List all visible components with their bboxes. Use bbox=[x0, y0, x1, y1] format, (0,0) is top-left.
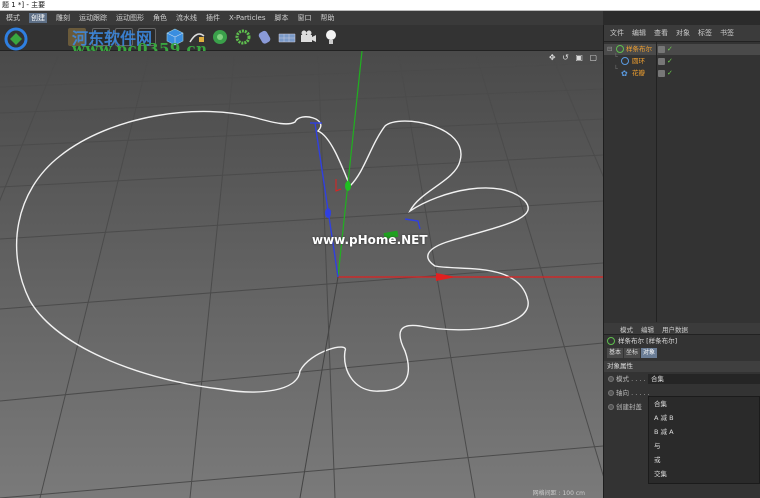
attribute-title: 样条布尔 [样条布尔] bbox=[604, 335, 760, 348]
attr-menu-userdata[interactable]: 用户数据 bbox=[662, 324, 688, 334]
dropdown-option[interactable]: 交集 bbox=[649, 467, 759, 481]
enabled-check-icon[interactable]: ✓ bbox=[667, 56, 673, 67]
dropdown-option[interactable]: 与 bbox=[649, 439, 759, 453]
dropdown-option[interactable]: 或 bbox=[649, 453, 759, 467]
viewport-watermark-text: www.pHome.NET bbox=[312, 233, 428, 247]
object-row-circle[interactable]: └ 圆环 ✓ bbox=[604, 53, 760, 67]
menu-item-plugins[interactable]: 插件 bbox=[206, 13, 220, 23]
animate-radio-icon[interactable] bbox=[608, 376, 614, 382]
attr-menu-mode[interactable]: 模式 bbox=[620, 324, 633, 334]
object-manager-menu: 文件 编辑 查看 对象 标签 书签 bbox=[604, 25, 760, 42]
om-menu-objects[interactable]: 对象 bbox=[676, 28, 690, 38]
object-name: 圆环 bbox=[632, 57, 645, 65]
expand-icon[interactable]: ⊟ bbox=[607, 44, 612, 55]
tab-coord[interactable]: 坐标 bbox=[624, 348, 641, 358]
menu-item-create[interactable]: 创建 bbox=[29, 13, 47, 23]
attribute-title-text: 样条布尔 [样条布尔] bbox=[618, 337, 678, 345]
attribute-manager: 模式 编辑 用户数据 样条布尔 [样条布尔] 基本 坐标 对象 对象属性 模式 … bbox=[604, 323, 760, 498]
perspective-viewport[interactable]: ✥ ↺ ▣ ▢ www.pHome.NET 网格间距 : 100 cm bbox=[0, 51, 603, 498]
enabled-check-icon[interactable]: ✓ bbox=[667, 68, 673, 79]
tree-line-icon: └ bbox=[614, 65, 618, 73]
spline-boolean-icon bbox=[607, 337, 615, 345]
visibility-icon[interactable] bbox=[658, 70, 665, 77]
grid-spacing-status: 网格间距 : 100 cm bbox=[532, 490, 585, 497]
animate-radio-icon[interactable] bbox=[608, 390, 614, 396]
om-menu-bookmarks[interactable]: 书签 bbox=[720, 28, 734, 38]
object-name: 花瓣 bbox=[632, 69, 645, 77]
floor-icon[interactable] bbox=[278, 28, 296, 46]
circle-spline-icon bbox=[621, 57, 629, 65]
attribute-menu: 模式 编辑 用户数据 bbox=[604, 323, 760, 335]
mode-dropdown-list: 合集 A 减 B B 减 A 与 或 交集 bbox=[648, 396, 760, 484]
menu-item-pipeline[interactable]: 流水线 bbox=[176, 13, 197, 23]
menu-item-xparticles[interactable]: X-Particles bbox=[229, 14, 265, 22]
om-menu-view[interactable]: 查看 bbox=[654, 28, 668, 38]
object-row-flower[interactable]: └ ✿ 花瓣 ✓ bbox=[604, 65, 760, 79]
visibility-icon[interactable] bbox=[658, 46, 665, 53]
flower-spline-icon: ✿ bbox=[621, 69, 628, 78]
floor-grid bbox=[0, 51, 603, 498]
nurbs-icon[interactable] bbox=[211, 28, 229, 46]
column-divider[interactable] bbox=[656, 42, 657, 322]
menu-item-mode[interactable]: 模式 bbox=[6, 13, 20, 23]
menu-item-help[interactable]: 帮助 bbox=[320, 13, 334, 23]
deformer-icon[interactable] bbox=[256, 28, 274, 46]
viewport-nav-icons[interactable]: ✥ ↺ ▣ ▢ bbox=[549, 53, 599, 62]
object-name: 样条布尔 bbox=[626, 45, 652, 53]
enabled-check-icon[interactable]: ✓ bbox=[667, 44, 673, 55]
menu-item-sculpt[interactable]: 雕刻 bbox=[56, 13, 70, 23]
param-label: 创建封盖 bbox=[616, 403, 642, 411]
viewport-canvas[interactable] bbox=[0, 51, 603, 498]
menu-item-mograph[interactable]: 运动图形 bbox=[116, 13, 144, 23]
right-panel: 文件 编辑 查看 对象 标签 书签 ⊟ 样条布尔 ✓ └ 圆环 ✓ └ ✿ 花瓣… bbox=[603, 25, 760, 498]
attr-menu-edit[interactable]: 编辑 bbox=[641, 324, 654, 334]
attribute-sub-tabs: 基本 坐标 对象 bbox=[604, 348, 760, 358]
dropdown-option[interactable]: B 减 A bbox=[649, 425, 759, 439]
tab-object[interactable]: 对象 bbox=[641, 348, 658, 358]
dropdown-option[interactable]: A 减 B bbox=[649, 411, 759, 425]
om-menu-tags[interactable]: 标签 bbox=[698, 28, 712, 38]
menu-item-window[interactable]: 窗口 bbox=[297, 13, 311, 23]
om-menu-file[interactable]: 文件 bbox=[610, 28, 624, 38]
param-label: 轴向 . . . . . bbox=[616, 389, 650, 397]
object-row-spline-boolean[interactable]: ⊟ 样条布尔 ✓ bbox=[604, 44, 760, 55]
menu-item-character[interactable]: 角色 bbox=[153, 13, 167, 23]
om-menu-edit[interactable]: 编辑 bbox=[632, 28, 646, 38]
light-icon[interactable] bbox=[322, 28, 340, 46]
visibility-icon[interactable] bbox=[658, 58, 665, 65]
param-mode[interactable]: 模式 . . . . . 合集 bbox=[604, 372, 760, 386]
object-list: ⊟ 样条布尔 ✓ └ 圆环 ✓ └ ✿ 花瓣 ✓ bbox=[604, 42, 760, 322]
menu-item-script[interactable]: 脚本 bbox=[274, 13, 288, 23]
menu-bar: 模式 创建 雕刻 运动跟踪 运动图形 角色 流水线 插件 X-Particles… bbox=[0, 11, 603, 25]
mode-dropdown[interactable]: 合集 bbox=[648, 374, 760, 384]
z-axis-line bbox=[299, 276, 339, 498]
spline-boolean-shape[interactable] bbox=[15, 110, 529, 393]
dropdown-option[interactable]: 合集 bbox=[649, 397, 759, 411]
array-icon[interactable] bbox=[234, 28, 252, 46]
camera-icon[interactable] bbox=[299, 28, 317, 46]
animate-radio-icon[interactable] bbox=[608, 404, 614, 410]
param-label: 模式 . . . . . bbox=[616, 375, 650, 383]
watermark-logo-icon bbox=[4, 27, 66, 51]
tab-basic[interactable]: 基本 bbox=[607, 348, 624, 358]
section-object-properties: 对象属性 bbox=[604, 361, 760, 372]
menu-item-motion-tracking[interactable]: 运动跟踪 bbox=[79, 13, 107, 23]
window-title: 题 1 *] - 主要 bbox=[0, 0, 760, 11]
tree-line-icon: └ bbox=[614, 53, 618, 61]
main-toolbar: 河东软件网 www.pc0359.cn bbox=[0, 25, 603, 58]
